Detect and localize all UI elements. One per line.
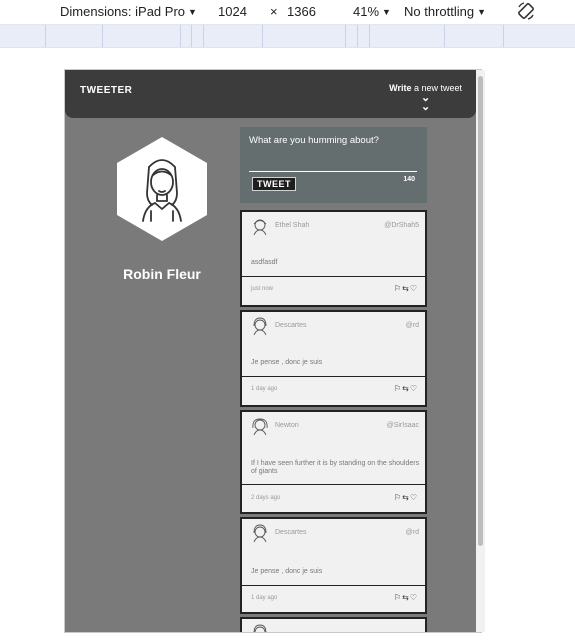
dimension-separator: × (270, 4, 278, 19)
height-input[interactable]: 1366 (287, 4, 316, 19)
devtools-toolbar: Dimensions: iPad Pro ▼ 1024 × 1366 41% ▼ N… (0, 0, 575, 24)
tweet-author: Newton (275, 422, 299, 429)
zoom-label: 41% (353, 4, 380, 19)
avatar (253, 624, 267, 632)
throttling-label: No throttling (404, 4, 475, 19)
avatar (253, 317, 267, 336)
flag-icon[interactable]: ⚐ (394, 384, 402, 393)
tweet-author: Descartes (275, 529, 307, 536)
device-select-label: Dimensions: iPad Pro (60, 4, 185, 19)
write-label-rest: a new tweet (411, 83, 462, 93)
tweet-actions: ⚐⇆♡ (394, 493, 418, 502)
tweet-handle: @DrShah5 (384, 222, 419, 229)
tweet-actions: ⚐⇆♡ (394, 284, 418, 293)
rotate-icon[interactable] (516, 1, 536, 24)
tweet-author: Descartes (275, 322, 307, 329)
profile-avatar (115, 135, 209, 248)
viewport-scrollbar[interactable] (476, 70, 485, 632)
width-input[interactable]: 1024 (218, 4, 247, 19)
tweet-card (240, 617, 427, 632)
compose-box: What are you humming about? TWEET 140 (240, 127, 427, 203)
avatar (253, 524, 267, 543)
flag-icon[interactable]: ⚐ (394, 284, 402, 293)
tweet-actions: ⚐⇆♡ (394, 384, 418, 393)
tweet-card: Ethel Shah @DrShah5 asdfasdf just now ⚐⇆… (240, 210, 427, 307)
device-select[interactable]: Dimensions: iPad Pro ▼ (60, 4, 197, 19)
zoom-select[interactable]: 41% ▼ (353, 4, 391, 19)
heart-icon[interactable]: ♡ (410, 284, 418, 293)
heart-icon[interactable]: ♡ (410, 384, 418, 393)
heart-icon[interactable]: ♡ (410, 593, 418, 602)
card-divider (242, 276, 425, 277)
tweet-card: Descartes @rd Je pense , donc je suis 1 … (240, 310, 427, 407)
tweet-time: just now (251, 286, 274, 292)
media-query-ruler[interactable] (0, 24, 575, 48)
retweet-icon[interactable]: ⇆ (402, 284, 410, 293)
profile-name: Robin Fleur (123, 266, 201, 282)
tweet-time: 1 day ago (251, 386, 278, 392)
tweet-text: Je pense , donc je suis (251, 359, 323, 366)
write-label-bold: Write (389, 83, 412, 93)
navbar: TWEETER Write a new tweet ⌄ ⌄ (65, 70, 476, 118)
compose-underline (249, 171, 417, 172)
flag-icon[interactable]: ⚐ (394, 493, 402, 502)
compose-input[interactable]: What are you humming about? (249, 135, 379, 146)
heart-icon[interactable]: ♡ (410, 493, 418, 502)
card-divider (242, 484, 425, 485)
card-divider (242, 376, 425, 377)
char-counter: 140 (403, 176, 415, 183)
tweet-handle: @rd (405, 529, 419, 536)
brand-logo[interactable]: TWEETER (80, 85, 132, 96)
caret-down-icon: ▼ (382, 7, 391, 17)
throttling-select[interactable]: No throttling ▼ (404, 4, 486, 19)
tweet-text: asdfasdf (251, 259, 278, 266)
caret-down-icon: ▼ (477, 7, 487, 17)
tweet-card: Descartes @rd Je pense , donc je suis 1 … (240, 517, 427, 614)
retweet-icon[interactable]: ⇆ (402, 593, 410, 602)
retweet-icon[interactable]: ⇆ (402, 384, 410, 393)
tweet-text: If I have seen further it is by standing… (251, 460, 420, 475)
tweet-card: Newton @SirIsaac If I have seen further … (240, 410, 427, 514)
scrollbar-thumb[interactable] (478, 76, 483, 546)
tweet-time: 2 days ago (251, 495, 281, 501)
tweet-actions: ⚐⇆♡ (394, 593, 418, 602)
tweet-author: Ethel Shah (275, 222, 310, 229)
tweet-handle: @SirIsaac (386, 422, 419, 429)
tweet-button[interactable]: TWEET (252, 177, 296, 191)
avatar (252, 418, 268, 436)
device-viewport: TWEETER Write a new tweet ⌄ ⌄ Robin Fleur… (65, 70, 481, 632)
tweet-handle: @rd (405, 322, 419, 329)
flag-icon[interactable]: ⚐ (394, 593, 402, 602)
double-chevron-down-icon: ⌄ ⌄ (420, 92, 431, 113)
tweet-text: Je pense , donc je suis (251, 568, 323, 575)
card-divider (242, 585, 425, 586)
caret-down-icon: ▼ (188, 7, 197, 17)
tweet-time: 1 day ago (251, 595, 278, 601)
avatar (253, 219, 267, 236)
retweet-icon[interactable]: ⇆ (402, 493, 410, 502)
write-tweet-toggle[interactable]: Write a new tweet ⌄ ⌄ (389, 83, 462, 113)
